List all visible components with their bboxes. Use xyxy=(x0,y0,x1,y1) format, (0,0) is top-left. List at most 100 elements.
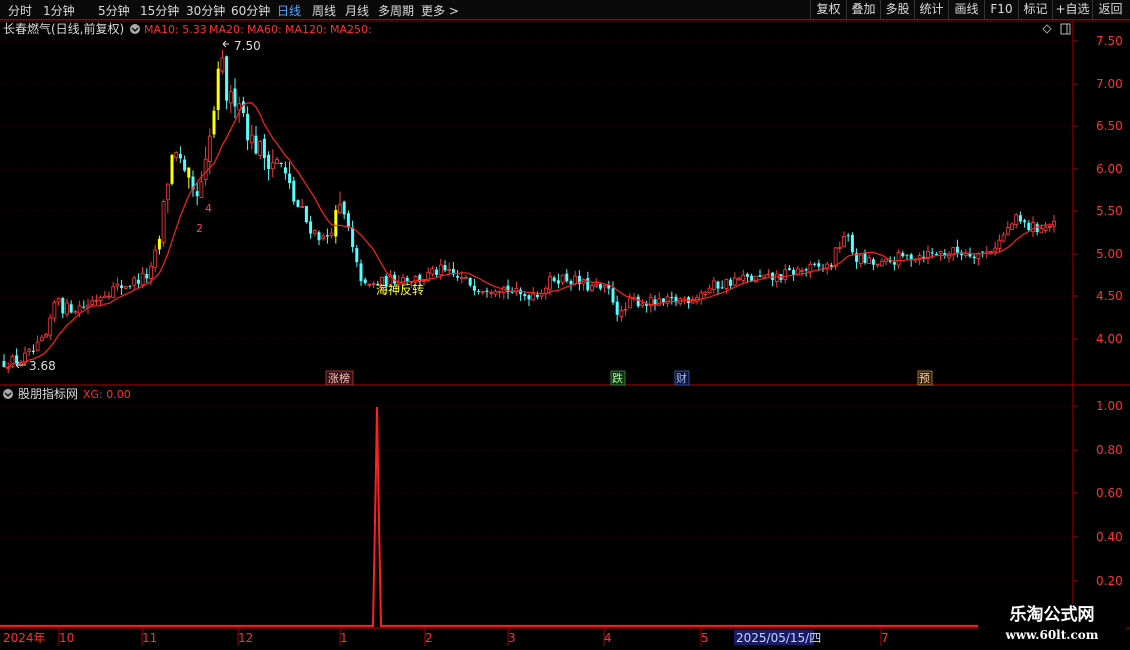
candle-body xyxy=(930,252,934,254)
candle-body xyxy=(892,262,896,265)
candle-body xyxy=(153,249,158,268)
candle-body xyxy=(707,287,712,294)
candle-body xyxy=(246,113,250,141)
candle-body xyxy=(31,350,35,353)
candle-body xyxy=(989,251,993,253)
candle-body xyxy=(586,278,590,291)
indicator-tick: 0.80 xyxy=(1096,443,1123,457)
candle-body xyxy=(556,280,560,284)
candle-body xyxy=(573,275,578,285)
candle-body xyxy=(1035,224,1039,232)
candle-body xyxy=(56,297,61,303)
candle-body xyxy=(35,341,40,351)
grid xyxy=(0,40,1078,646)
diamond-icon[interactable] xyxy=(1042,24,1052,34)
candle-body xyxy=(187,167,191,178)
high-price-label: 7.50 xyxy=(234,39,261,53)
panel-toggle-icon[interactable] xyxy=(1060,23,1071,35)
candle-body xyxy=(435,269,439,275)
ma250-label: MA250: xyxy=(330,23,372,36)
candle-body xyxy=(729,279,733,286)
candle-body xyxy=(497,290,502,293)
candle-body xyxy=(212,110,216,135)
low-price-label: 3.68 xyxy=(29,359,56,373)
candle-body xyxy=(73,311,78,314)
candle-body xyxy=(711,280,716,290)
candle-body xyxy=(569,281,573,285)
candle-body xyxy=(220,57,225,72)
candle-body xyxy=(623,308,628,311)
ma-line-group xyxy=(3,102,1055,369)
candle-body xyxy=(611,288,615,303)
date-label-dec: 12 xyxy=(238,631,253,645)
candle-body xyxy=(149,265,153,279)
candle-body xyxy=(670,297,674,299)
candle-body xyxy=(875,263,880,266)
stock-title: 长春燃气(日线,前复权) xyxy=(3,21,124,36)
candle-body xyxy=(123,286,128,289)
candle-body xyxy=(489,292,494,294)
annotation-4: 4 xyxy=(205,202,212,215)
indicator-collapse-icon[interactable] xyxy=(3,389,13,399)
candle-body xyxy=(993,247,998,252)
candle-body xyxy=(363,279,367,283)
candle-body xyxy=(94,299,99,302)
candle-body xyxy=(48,317,53,336)
candle-body xyxy=(292,180,296,202)
candle-body xyxy=(825,263,830,269)
candle-body xyxy=(249,134,254,144)
candle-body xyxy=(447,269,452,271)
candle-body xyxy=(774,273,779,282)
indicator-title: 股朋指标网 xyxy=(18,386,78,401)
candle-body xyxy=(111,286,116,298)
candle-body xyxy=(1052,220,1056,227)
date-label-jul: 7 xyxy=(881,631,889,645)
collapse-icon[interactable] xyxy=(130,24,140,34)
date-label-nov: 11 xyxy=(142,631,157,645)
candle-body xyxy=(665,296,670,305)
event-tag-limit-list[interactable]: 涨榜 xyxy=(328,371,350,385)
candle-body xyxy=(766,273,771,276)
candle-body xyxy=(640,303,645,307)
candle-body xyxy=(829,265,833,267)
candle-body xyxy=(523,294,527,297)
event-tag-finance[interactable]: 财 xyxy=(676,371,687,385)
candle-body xyxy=(804,269,808,271)
price-tick: 4.50 xyxy=(1096,289,1123,303)
candle-body xyxy=(288,173,292,183)
candle-body xyxy=(1027,222,1031,231)
candle-body xyxy=(300,205,305,208)
candle-body xyxy=(884,258,888,263)
candle-body xyxy=(817,263,821,267)
candle-body xyxy=(15,355,19,364)
candle-body xyxy=(1023,220,1027,223)
event-tag-drop[interactable]: 跌 xyxy=(612,371,623,385)
event-tag-forecast[interactable]: 预 xyxy=(919,372,930,385)
candle-body xyxy=(896,252,901,266)
price-tick: 6.00 xyxy=(1096,162,1123,176)
candle-body xyxy=(275,159,279,164)
candle-body xyxy=(732,277,737,286)
candle-body xyxy=(615,301,619,315)
candle-body xyxy=(2,361,6,368)
candle-body xyxy=(170,155,174,184)
indicator-tick: 0.60 xyxy=(1096,486,1123,500)
candle-body xyxy=(1010,223,1014,230)
candle-body xyxy=(741,274,746,281)
candle-body xyxy=(745,274,749,277)
candle-body xyxy=(296,200,300,207)
reversal-label: 海神反转 xyxy=(376,282,424,297)
candle-body xyxy=(464,276,468,279)
candle-body xyxy=(309,221,313,234)
price-tick: 4.00 xyxy=(1096,332,1123,346)
candle-body xyxy=(267,154,271,169)
candle-body xyxy=(312,230,317,234)
candle-body xyxy=(750,275,754,282)
candle-body xyxy=(207,135,212,163)
candle-body xyxy=(216,68,220,110)
candle-body xyxy=(270,162,275,170)
candle-body xyxy=(813,263,817,265)
candle-body xyxy=(283,167,287,174)
candle-body xyxy=(477,290,481,292)
candle-body xyxy=(762,274,767,278)
